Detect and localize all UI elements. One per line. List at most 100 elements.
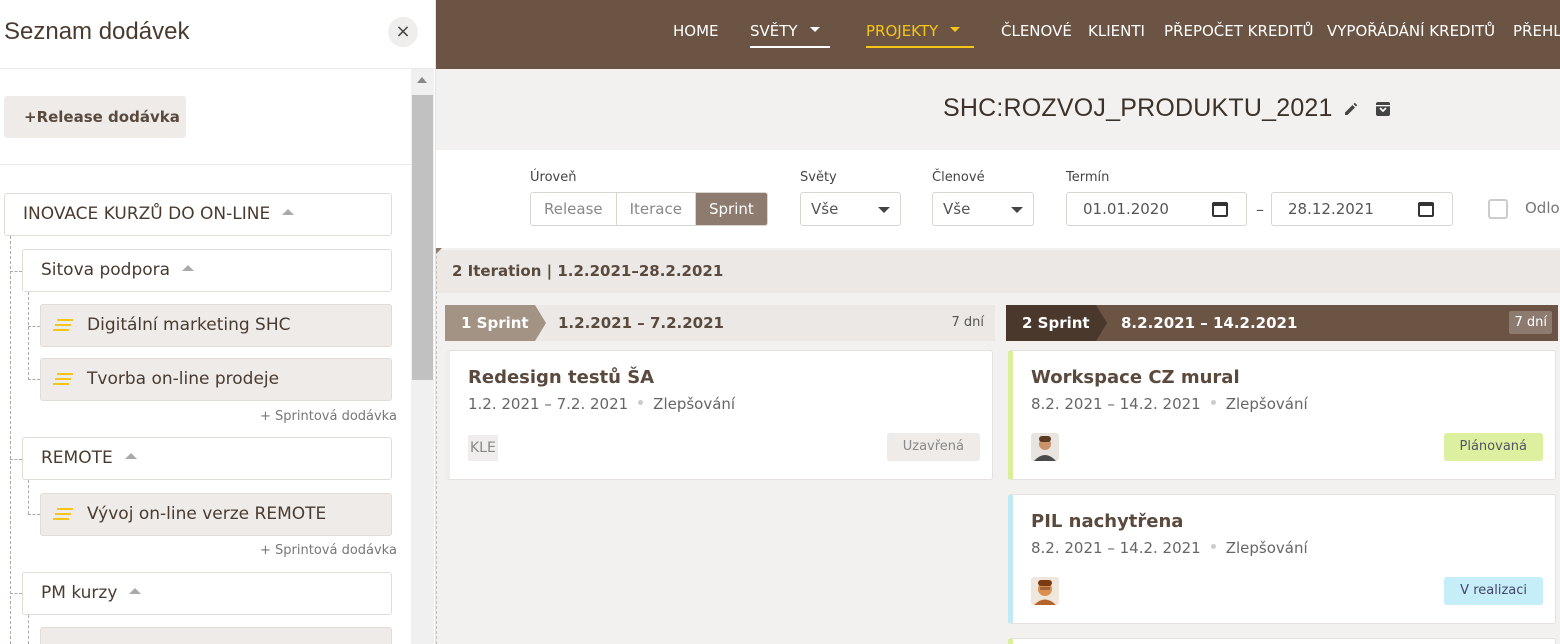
card-meta: 8.2. 2021 – 14.2. 2021 Zlepšování bbox=[1031, 539, 1308, 557]
scrollbar-thumb[interactable] bbox=[412, 95, 433, 380]
avatar-image bbox=[1031, 433, 1059, 461]
date-from-value: 01.01.2020 bbox=[1083, 200, 1169, 218]
card-type: Zlepšování bbox=[1225, 539, 1308, 557]
postponed-checkbox[interactable] bbox=[1488, 199, 1508, 219]
sprint-1-name: 1 Sprint bbox=[461, 314, 529, 332]
separator-dot bbox=[1210, 544, 1216, 549]
tree-connector bbox=[10, 236, 11, 644]
nav-worlds-label: SVĚTY bbox=[750, 22, 798, 40]
iteration-item-label: REMOTE bbox=[41, 448, 113, 468]
members-select-value: Vše bbox=[943, 200, 971, 218]
sidebar-title: Seznam dodávek bbox=[4, 18, 190, 45]
chevron-down-icon bbox=[878, 207, 890, 213]
archive-icon[interactable] bbox=[1375, 101, 1391, 117]
delivery-card-partial[interactable] bbox=[1008, 638, 1556, 644]
sprint-header-1: 1 Sprint 1.2.2021 – 7.2.2021 7 dní bbox=[445, 305, 995, 341]
sprint-2-range: 8.2.2021 – 14.2.2021 bbox=[1121, 314, 1298, 332]
add-sprint-delivery-link[interactable]: + Sprintová dodávka bbox=[260, 543, 397, 558]
delivery-card[interactable]: PIL nachytřena 8.2. 2021 – 14.2. 2021 Zle… bbox=[1008, 494, 1556, 624]
pencil-icon[interactable] bbox=[1343, 101, 1359, 117]
iteration-item-label: Sitova podpora bbox=[41, 260, 171, 280]
nav-home[interactable]: HOME bbox=[673, 22, 719, 40]
sidebar-scrollbar[interactable] bbox=[411, 69, 434, 644]
status-badge: V realizaci bbox=[1444, 577, 1543, 605]
card-title: Workspace CZ mural bbox=[1031, 367, 1240, 388]
card-dates: 8.2. 2021 – 14.2. 2021 bbox=[1031, 395, 1201, 413]
sidebar-divider bbox=[0, 164, 411, 165]
iteration-header: 2 Iteration | 1.2.2021–28.2.2021 bbox=[436, 250, 1560, 293]
nav-worlds[interactable]: SVĚTY bbox=[750, 22, 820, 40]
nav-credit-conversion[interactable]: PŘEPOČET KREDITŮ bbox=[1164, 22, 1314, 40]
tree-connector bbox=[28, 615, 29, 644]
worlds-select[interactable]: Vše bbox=[800, 192, 901, 226]
chevron-down-icon bbox=[1011, 207, 1023, 213]
add-release-button[interactable]: +Release dodávka bbox=[4, 96, 186, 138]
calendar-icon[interactable] bbox=[1418, 202, 1434, 217]
nav-projects-underline bbox=[866, 46, 974, 48]
project-title: SHC:ROZVOJ_PRODUKTU_2021 bbox=[943, 94, 1333, 122]
chevron-down-icon bbox=[950, 27, 961, 32]
chevron-up-icon[interactable] bbox=[282, 209, 295, 215]
sprint-2-name: 2 Sprint bbox=[1022, 314, 1090, 332]
sprint-item-partial[interactable] bbox=[40, 627, 392, 644]
nav-projects[interactable]: PROJEKTY bbox=[866, 22, 961, 40]
status-badge: Plánovaná bbox=[1443, 433, 1543, 461]
add-sprint-delivery-link[interactable]: + Sprintová dodávka bbox=[260, 409, 397, 424]
close-icon[interactable]: × bbox=[388, 17, 418, 47]
chevron-up-icon[interactable] bbox=[182, 265, 195, 271]
delivery-card[interactable]: Redesign testů ŠA 1.2. 2021 – 7.2. 2021 Z… bbox=[445, 350, 993, 480]
iteration-item[interactable]: Sitova podpora bbox=[22, 249, 392, 292]
nav-members[interactable]: ČLENOVÉ bbox=[1001, 22, 1072, 40]
chevron-up-icon[interactable] bbox=[129, 588, 142, 594]
nav-worlds-underline bbox=[750, 46, 830, 48]
members-select[interactable]: Vše bbox=[932, 192, 1034, 226]
sidebar-header: Seznam dodávek × bbox=[0, 0, 436, 69]
delivery-card[interactable]: Workspace CZ mural 8.2. 2021 – 14.2. 202… bbox=[1008, 350, 1556, 480]
iteration-item[interactable]: PM kurzy bbox=[22, 572, 392, 615]
avatar bbox=[1031, 577, 1059, 605]
card-type: Zlepšování bbox=[653, 395, 736, 413]
date-from-input[interactable]: 01.01.2020 bbox=[1066, 192, 1247, 226]
calendar-icon[interactable] bbox=[1212, 202, 1228, 217]
sprint-item-label: Tvorba on-line prodeje bbox=[87, 369, 280, 389]
scroll-up-icon[interactable] bbox=[417, 77, 427, 83]
list-lines-icon bbox=[53, 373, 73, 386]
sprint-item-label: Digitální marketing SHC bbox=[87, 315, 291, 335]
card-title: Redesign testů ŠA bbox=[468, 367, 655, 388]
tree-connector bbox=[10, 271, 22, 272]
sprint-1-range: 1.2.2021 – 7.2.2021 bbox=[558, 314, 724, 332]
list-lines-icon bbox=[53, 508, 73, 521]
card-meta: 8.2. 2021 – 14.2. 2021 Zlepšování bbox=[1031, 395, 1308, 413]
nav-overview[interactable]: PŘEHL bbox=[1513, 22, 1560, 40]
iteration-item[interactable]: REMOTE bbox=[22, 437, 392, 480]
tree-connector bbox=[28, 326, 40, 327]
separator-dot bbox=[1210, 400, 1216, 405]
chevron-up-icon[interactable] bbox=[124, 453, 137, 459]
date-to-input[interactable]: 28.12.2021 bbox=[1271, 192, 1453, 226]
deliveries-sidebar: Seznam dodávek × +Release dodávka INOVAC… bbox=[0, 0, 436, 644]
nav-credit-settlement[interactable]: VYPOŘÁDÁNÍ KREDITŮ bbox=[1327, 22, 1495, 40]
nav-clients[interactable]: KLIENTI bbox=[1088, 22, 1145, 40]
level-release[interactable]: Release bbox=[531, 193, 617, 225]
worlds-label: Světy bbox=[800, 170, 837, 185]
nav-projects-label: PROJEKTY bbox=[866, 22, 939, 40]
release-item[interactable]: INOVACE KURZŮ DO ON-LINE bbox=[4, 193, 392, 236]
card-title: PIL nachytřena bbox=[1031, 511, 1184, 532]
tree-connector bbox=[10, 593, 22, 594]
release-item-label: INOVACE KURZŮ DO ON-LINE bbox=[23, 204, 271, 224]
card-type: Zlepšování bbox=[1225, 395, 1308, 413]
avatar-image bbox=[1031, 577, 1059, 605]
sprint-item[interactable]: Tvorba on-line prodeje bbox=[40, 358, 392, 401]
tree-connector bbox=[28, 292, 29, 380]
sprint-header-2: 2 Sprint 8.2.2021 – 14.2.2021 7 dní bbox=[1006, 305, 1558, 341]
sprint-item[interactable]: Vývoj on-line verze REMOTE bbox=[40, 493, 392, 536]
level-label: Úroveň bbox=[530, 170, 577, 185]
level-segmented-control: Release Iterace Sprint bbox=[530, 192, 768, 226]
date-range-separator: – bbox=[1256, 200, 1264, 219]
sprint-item[interactable]: Digitální marketing SHC bbox=[40, 304, 392, 347]
level-iteration[interactable]: Iterace bbox=[616, 193, 696, 225]
iteration-corner-marker bbox=[436, 248, 442, 254]
chevron-down-icon bbox=[809, 27, 820, 32]
level-sprint[interactable]: Sprint bbox=[695, 193, 767, 225]
date-to-value: 28.12.2021 bbox=[1288, 200, 1374, 218]
